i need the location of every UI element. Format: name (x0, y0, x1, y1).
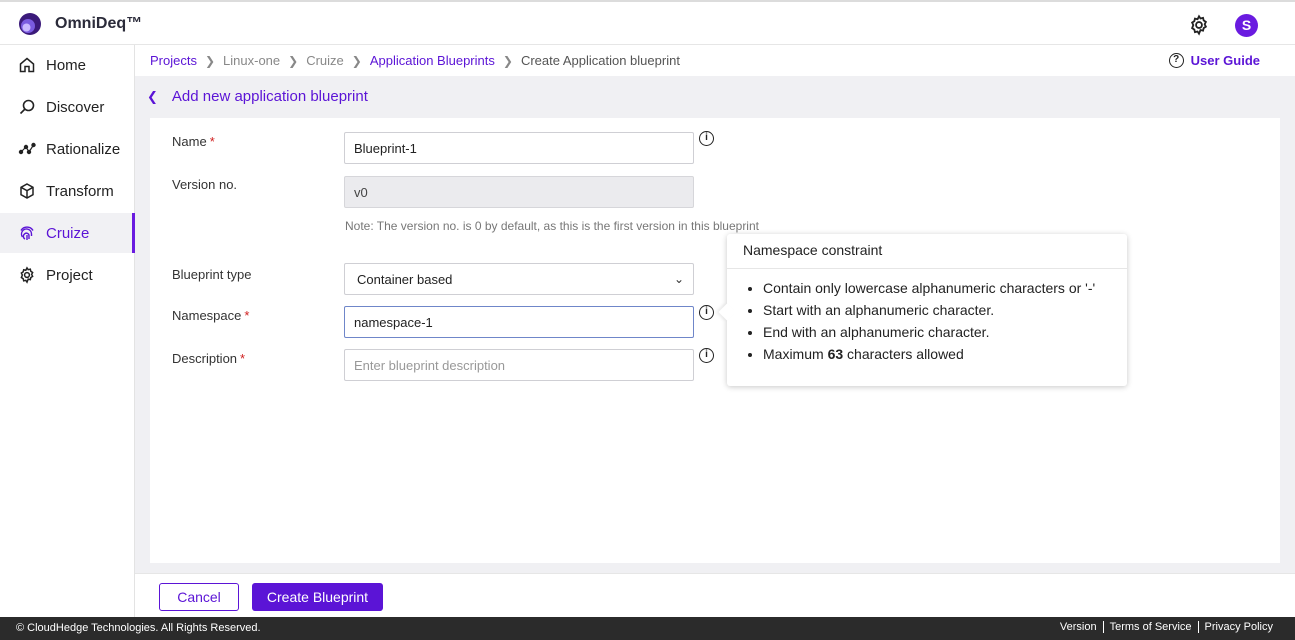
namespace-constraint-tooltip: Namespace constraint Contain only lowerc… (727, 234, 1127, 386)
version-input: v0 (344, 176, 694, 208)
description-info-icon[interactable]: i (699, 348, 714, 363)
sidebar: Home Discover Rationalize Transform Crui… (0, 45, 135, 617)
name-label: Name * (172, 134, 215, 149)
namespace-info-icon[interactable]: i (699, 305, 714, 320)
sidebar-item-cruize[interactable]: Cruize (0, 213, 135, 253)
sidebar-item-label: Rationalize (46, 140, 121, 158)
list-item: End with an alphanumeric character. (763, 323, 1095, 345)
brand-name: OmniDeq™ (55, 15, 143, 32)
tooltip-list: Contain only lowercase alphanumeric char… (763, 279, 1095, 367)
top-bar: OmniDeq™ S (0, 0, 1295, 45)
tooltip-title: Namespace constraint (743, 242, 883, 258)
breadcrumb-cruize[interactable]: Cruize (306, 53, 344, 68)
description-label: Description * (172, 351, 246, 366)
tooltip-divider (727, 268, 1127, 269)
chevron-right-icon: ❯ (288, 53, 299, 68)
sidebar-item-transform[interactable]: Transform (0, 171, 135, 211)
user-guide-link[interactable]: ? User Guide (1168, 53, 1260, 68)
chevron-down-icon: ⌄ (673, 272, 684, 286)
copyright-text: © CloudHedge Technologies. All Rights Re… (16, 622, 261, 634)
settings-gear-icon[interactable] (1188, 14, 1210, 36)
chevron-right-icon: ❯ (502, 53, 513, 68)
max-characters-value: 63 (827, 346, 844, 362)
page-title: ❮ Add new application blueprint (147, 88, 368, 105)
name-info-icon[interactable]: i (699, 131, 714, 146)
required-mark: * (209, 134, 215, 149)
chevron-right-icon: ❯ (351, 53, 362, 68)
name-input[interactable]: Blueprint-1 (344, 132, 694, 164)
user-avatar[interactable]: S (1235, 14, 1258, 37)
breadcrumb: Projects ❯ Linux-one ❯ Cruize ❯ Applicat… (150, 53, 680, 68)
version-label: Version no. (172, 177, 238, 192)
blueprint-type-label: Blueprint type (172, 267, 252, 282)
list-item: Maximum 63 characters allowed (763, 345, 1095, 367)
breadcrumb-projects[interactable]: Projects (150, 53, 197, 68)
breadcrumb-linux-one[interactable]: Linux-one (223, 53, 280, 68)
breadcrumb-application-blueprints[interactable]: Application Blueprints (370, 53, 495, 68)
action-bar: Cancel Create Blueprint (135, 573, 1295, 617)
sidebar-item-label: Project (46, 266, 93, 284)
namespace-input[interactable]: namespace-1 (344, 306, 694, 338)
footer-links: Version Terms of Service Privacy Policy (1054, 621, 1279, 633)
breadcrumb-bar: Projects ❯ Linux-one ❯ Cruize ❯ Applicat… (135, 45, 1295, 76)
chevron-right-icon: ❯ (204, 53, 216, 68)
namespace-label: Namespace * (172, 308, 250, 323)
discover-icon (19, 99, 35, 115)
back-chevron-icon[interactable]: ❮ (147, 89, 158, 105)
page-title-text: Add new application blueprint (171, 88, 368, 105)
required-mark: * (240, 351, 246, 366)
rationalize-icon (18, 142, 36, 155)
help-circle-icon: ? (1168, 53, 1184, 68)
sidebar-item-label: Discover (46, 98, 105, 116)
required-mark: * (244, 308, 250, 323)
omnideq-logo-icon (19, 13, 41, 35)
blueprint-type-select[interactable]: Container based ⌄ (344, 263, 694, 295)
sidebar-item-home[interactable]: Home (0, 45, 135, 85)
sidebar-item-label: Cruize (46, 224, 90, 242)
sidebar-item-discover[interactable]: Discover (0, 87, 135, 127)
footer-link-version[interactable]: Version (1054, 621, 1103, 633)
blueprint-type-value: Container based (357, 271, 453, 287)
sidebar-item-label: Transform (46, 182, 114, 200)
cube-icon (20, 183, 34, 199)
sidebar-item-project[interactable]: Project (0, 255, 135, 295)
create-blueprint-button[interactable]: Create Blueprint (252, 583, 383, 611)
description-input[interactable]: Enter blueprint description (344, 349, 694, 381)
breadcrumb-current: Create Application blueprint (520, 53, 680, 68)
footer-link-privacy[interactable]: Privacy Policy (1197, 621, 1279, 633)
sidebar-item-rationalize[interactable]: Rationalize (0, 129, 135, 169)
home-icon (19, 57, 35, 73)
footer-link-terms[interactable]: Terms of Service (1102, 621, 1198, 633)
list-item: Start with an alphanumeric character. (763, 301, 1095, 323)
fingerprint-icon (20, 226, 34, 240)
version-note: Note: The version no. is 0 by default, a… (345, 219, 759, 233)
cancel-button[interactable]: Cancel (159, 583, 239, 611)
sidebar-item-label: Home (46, 56, 87, 74)
user-guide-label: User Guide (1190, 53, 1260, 68)
gear-icon (20, 266, 34, 284)
list-item: Contain only lowercase alphanumeric char… (763, 279, 1095, 301)
footer: © CloudHedge Technologies. All Rights Re… (0, 617, 1295, 640)
